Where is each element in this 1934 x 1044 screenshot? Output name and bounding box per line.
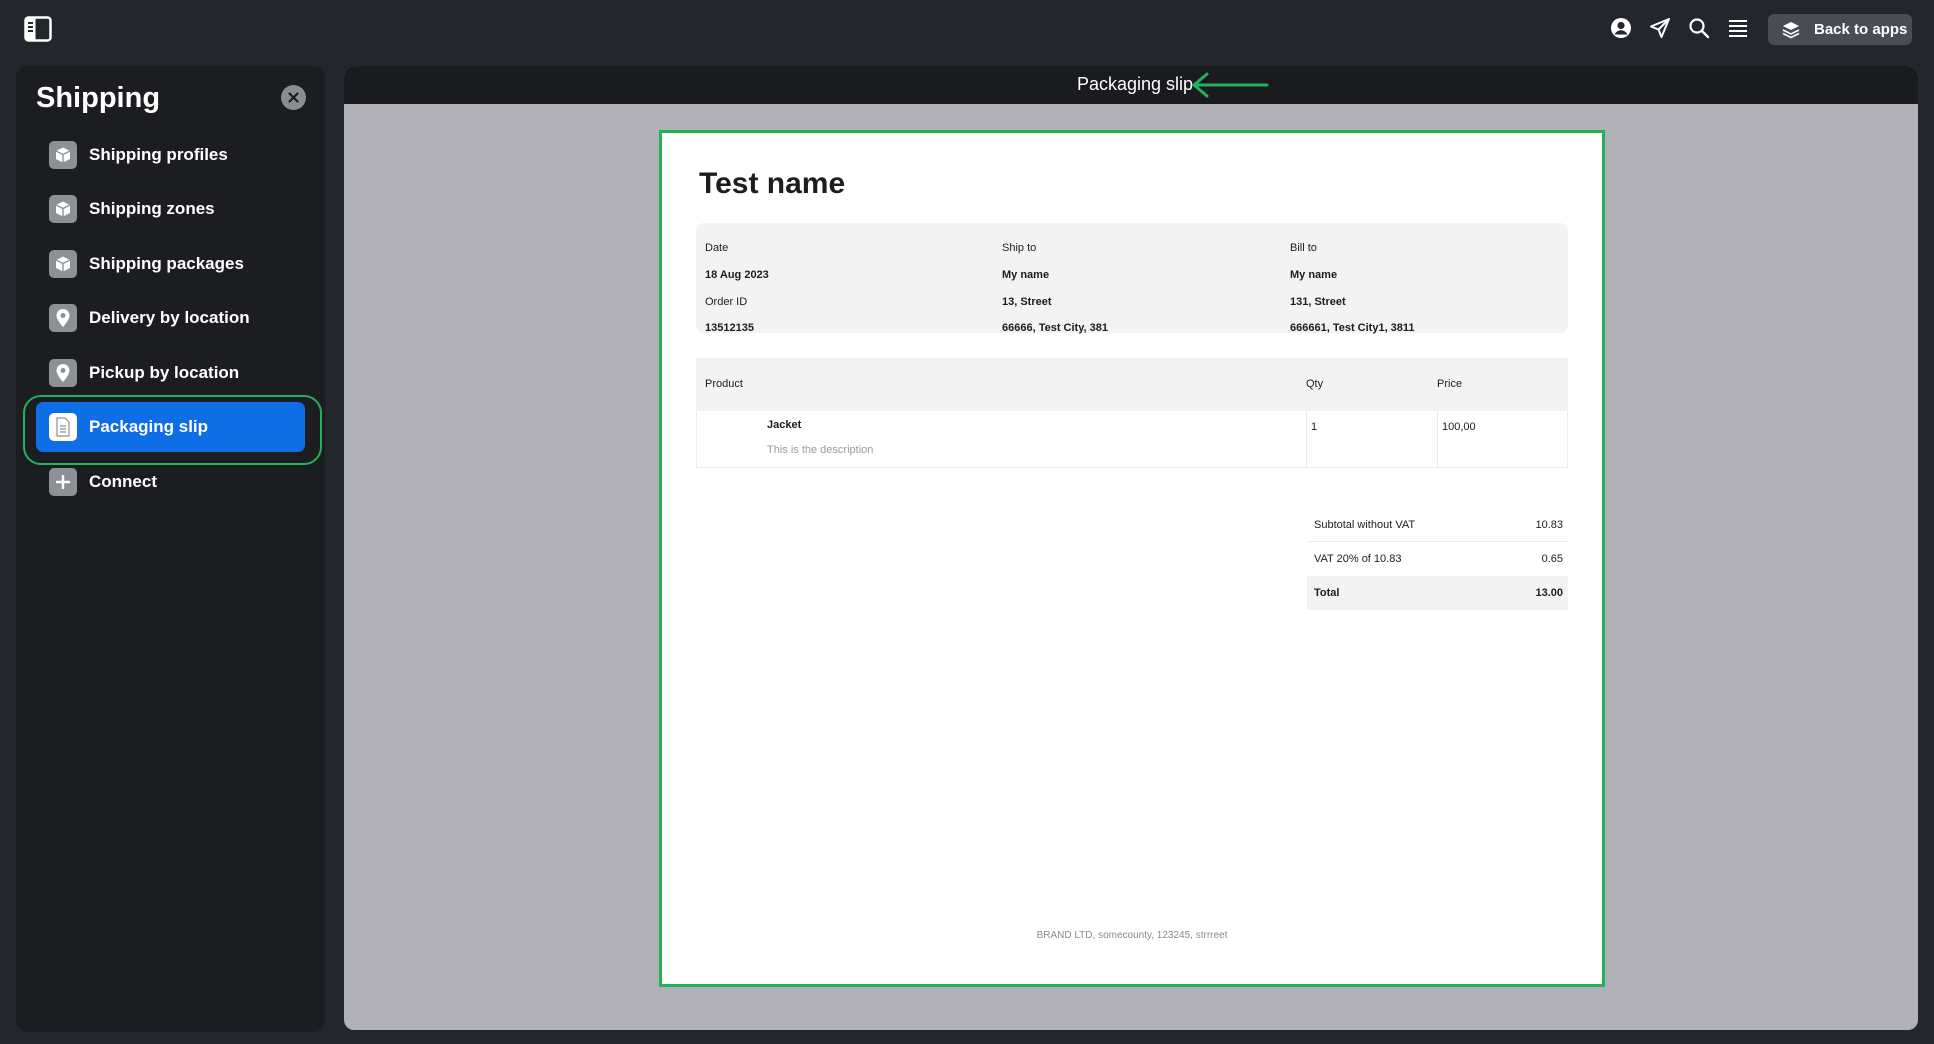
back-to-apps-button[interactable]: Back to apps (1768, 14, 1912, 45)
sidebar-item-connect[interactable]: Connect (36, 457, 305, 507)
send-icon[interactable] (1649, 17, 1673, 41)
ship-to-name: My name (1002, 269, 1050, 281)
preview-header: Packaging slip (344, 66, 1918, 104)
sidebar-item-label: Shipping zones (89, 199, 215, 218)
top-bar: Back to apps (0, 0, 1934, 58)
close-icon[interactable] (281, 85, 306, 110)
product-column-header: Product (705, 378, 743, 390)
date-value: 18 Aug 2023 (705, 269, 769, 281)
product-table-header: Product Qty Price (696, 358, 1568, 411)
bill-to-street: 131, Street (1290, 296, 1346, 308)
panel-toggle-icon[interactable] (24, 16, 52, 42)
subtotal-label: Subtotal without VAT (1314, 519, 1416, 531)
price-column-header: Price (1437, 378, 1463, 390)
ship-to-label: Ship to (1002, 242, 1037, 254)
back-to-apps-label: Back to apps (1814, 21, 1908, 38)
total-value: 13.00 (1535, 587, 1563, 599)
vat-value: 0.65 (1541, 553, 1563, 565)
location-pin-icon (49, 304, 77, 332)
product-name: Jacket (767, 419, 802, 431)
product-qty: 1 (1311, 421, 1318, 433)
sidebar-item-shipping-zones[interactable]: Shipping zones (36, 184, 305, 234)
preview-title: Packaging slip (1077, 74, 1194, 94)
sidebar-item-label: Shipping profiles (89, 145, 228, 164)
arrow-left-icon (1192, 72, 1269, 98)
sidebar-title: Shipping (36, 82, 161, 114)
sidebar-item-delivery-by-location[interactable]: Delivery by location (36, 293, 305, 343)
plus-icon (49, 468, 77, 496)
sidebar-item-shipping-profiles[interactable]: Shipping profiles (36, 130, 305, 180)
qty-column-header: Qty (1306, 378, 1324, 390)
subtotal-row: Subtotal without VAT 10.83 (1307, 508, 1568, 542)
sidebar-item-label: Delivery by location (89, 308, 250, 327)
box-icon (49, 195, 77, 223)
packaging-slip-document: Test name Date 18 Aug 2023 Order ID 1351… (659, 130, 1605, 987)
sidebar-item-label: Pickup by location (89, 363, 240, 382)
sidebar-item-label: Connect (89, 472, 157, 491)
user-icon[interactable] (1610, 17, 1634, 41)
table-row: Jacket This is the description 1 100,00 (696, 411, 1568, 468)
sidebar-item-label: Shipping packages (89, 254, 244, 273)
order-id-value: 13512135 (705, 322, 754, 334)
slip-footer: BRAND LTD, somecounty, 123245, strrreet (1036, 930, 1228, 941)
total-row: Total 13.00 (1307, 576, 1568, 610)
menu-icon[interactable] (1727, 17, 1751, 41)
total-label: Total (1314, 587, 1340, 599)
preview-panel: Packaging slip Test name Date 18 Aug 202… (344, 66, 1918, 1030)
product-price: 100,00 (1442, 421, 1476, 433)
sidebar-item-pickup-by-location[interactable]: Pickup by location (36, 348, 305, 398)
box-icon (49, 141, 77, 169)
location-pin-icon (49, 359, 77, 387)
sidebar-item-label: Packaging slip (89, 417, 209, 436)
slip-name: Test name (699, 167, 846, 200)
order-info-box: Date 18 Aug 2023 Order ID 13512135 Ship … (696, 223, 1568, 334)
sidebar: Shipping Shipping profiles Shipping zone… (16, 66, 325, 1032)
box-icon (49, 250, 77, 278)
sidebar-item-packaging-slip[interactable]: Packaging slip (36, 402, 305, 452)
ship-to-street: 13, Street (1002, 296, 1052, 308)
search-icon[interactable] (1688, 17, 1712, 41)
bill-to-name: My name (1290, 269, 1338, 281)
sidebar-item-shipping-packages[interactable]: Shipping packages (36, 239, 305, 289)
date-label: Date (705, 242, 729, 254)
order-id-label: Order ID (705, 296, 748, 308)
product-table: Product Qty Price Jacket This is the des… (696, 358, 1568, 470)
bill-to-city: 666661, Test City1, 3811 (1290, 322, 1415, 334)
product-description: This is the description (767, 444, 874, 456)
subtotal-value: 10.83 (1535, 519, 1563, 531)
document-icon (49, 413, 77, 441)
layers-icon (1782, 21, 1800, 38)
ship-to-city: 66666, Test City, 381 (1002, 322, 1108, 334)
bill-to-label: Bill to (1290, 242, 1317, 254)
vat-label: VAT 20% of 10.83 (1314, 553, 1402, 565)
vat-row: VAT 20% of 10.83 0.65 (1307, 542, 1568, 576)
